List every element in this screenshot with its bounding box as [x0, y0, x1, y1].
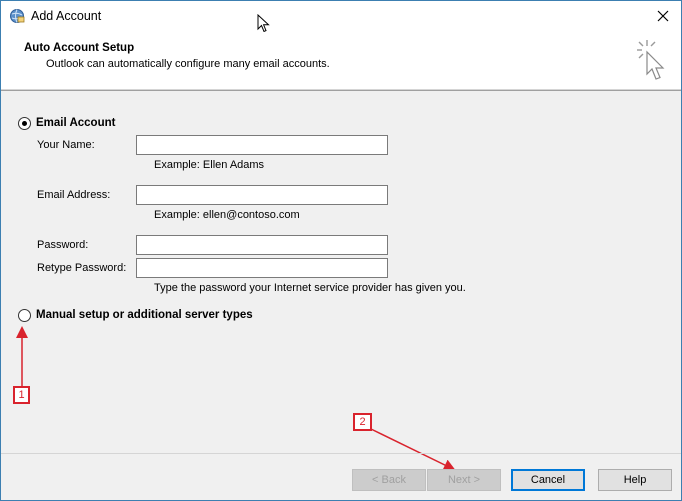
retype-password-label: Retype Password: — [37, 262, 127, 274]
email-account-radio[interactable] — [18, 117, 31, 130]
add-account-dialog: Add Account Auto Account Setup Outlook c… — [0, 0, 682, 501]
header-panel: Auto Account Setup Outlook can automatic… — [1, 32, 681, 90]
outlook-globe-icon — [9, 8, 25, 24]
email-address-input[interactable] — [136, 185, 388, 205]
help-button[interactable]: Help — [598, 469, 672, 491]
mouse-cursor-icon — [257, 13, 271, 34]
header-divider — [1, 90, 681, 91]
annotation-step-1: 1 — [13, 386, 30, 404]
your-name-example: Example: Ellen Adams — [154, 159, 265, 171]
header-title: Auto Account Setup — [24, 42, 135, 54]
footer-divider — [1, 453, 681, 454]
email-address-example: Example: ellen@contoso.com — [154, 209, 300, 221]
back-button[interactable]: < Back — [352, 469, 426, 491]
retype-password-input[interactable] — [136, 258, 388, 278]
sparkle-cursor-icon — [633, 38, 669, 86]
arrow-to-next-button — [370, 428, 456, 471]
password-hint: Type the password your Internet service … — [154, 282, 466, 294]
email-address-label: Email Address: — [37, 189, 111, 201]
header-subtitle: Outlook can automatically configure many… — [46, 58, 330, 70]
password-label: Password: — [37, 239, 89, 251]
close-icon — [657, 10, 669, 22]
your-name-input[interactable] — [136, 135, 388, 155]
window-title: Add Account — [31, 9, 102, 23]
annotation-step-2: 2 — [353, 413, 372, 431]
manual-setup-label: Manual setup or additional server types — [36, 309, 253, 321]
your-name-label: Your Name: — [37, 139, 95, 151]
next-button[interactable]: Next > — [427, 469, 501, 491]
close-button[interactable] — [645, 1, 681, 31]
cancel-button[interactable]: Cancel — [511, 469, 585, 491]
title-bar: Add Account — [1, 1, 681, 34]
email-account-label: Email Account — [36, 117, 116, 129]
password-input[interactable] — [136, 235, 388, 255]
manual-setup-radio[interactable] — [18, 309, 31, 322]
